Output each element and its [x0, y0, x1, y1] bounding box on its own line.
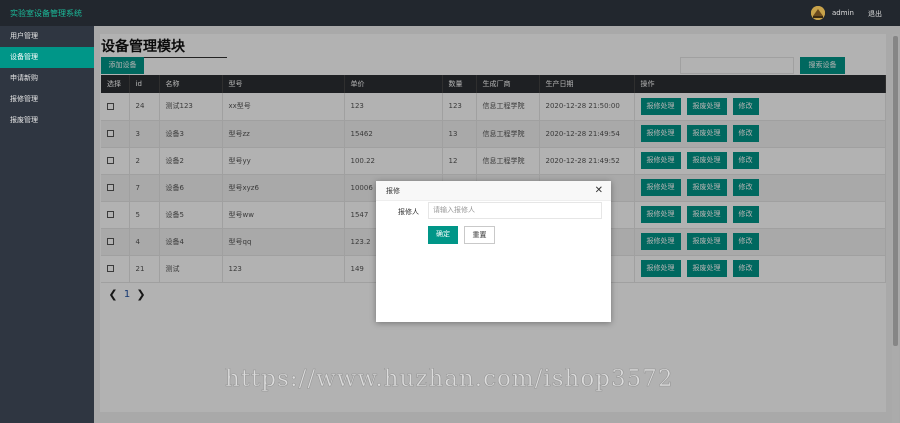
- sidebar-item-users[interactable]: 用户管理: [0, 26, 94, 47]
- watermark-text: https://www.huzhan.com/ishop3572: [225, 366, 674, 393]
- sidebar: 用户管理 设备管理 申请新购 报修管理 报废管理: [0, 26, 94, 423]
- repairer-input[interactable]: [428, 202, 602, 219]
- repair-dialog: 报修 ✕ 报修人 确定 重置: [376, 181, 611, 322]
- dialog-header: 报修 ✕: [376, 181, 611, 201]
- reset-button[interactable]: 重置: [464, 226, 495, 244]
- app-title: 实验室设备管理系统: [10, 9, 82, 18]
- sidebar-item-purchase[interactable]: 申请新购: [0, 68, 94, 89]
- user-name[interactable]: admin: [832, 9, 854, 17]
- confirm-button[interactable]: 确定: [428, 226, 458, 244]
- sidebar-item-devices[interactable]: 设备管理: [0, 47, 94, 68]
- dialog-title: 报修: [386, 187, 400, 195]
- sidebar-item-scrap[interactable]: 报废管理: [0, 110, 94, 131]
- repairer-label: 报修人: [398, 208, 419, 216]
- top-bar: 实验室设备管理系统 admin 退出: [0, 0, 900, 26]
- close-icon[interactable]: ✕: [595, 181, 603, 201]
- logout-link[interactable]: 退出: [868, 9, 882, 19]
- avatar-icon[interactable]: [811, 6, 825, 20]
- sidebar-item-repair[interactable]: 报修管理: [0, 89, 94, 110]
